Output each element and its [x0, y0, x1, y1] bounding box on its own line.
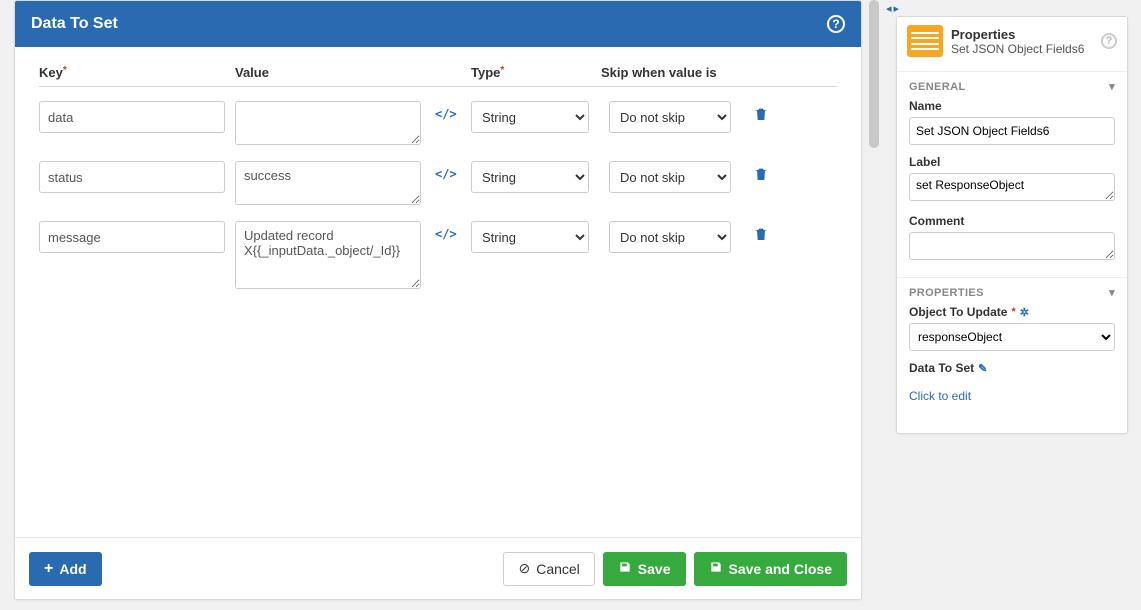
- code-icon[interactable]: </>: [435, 167, 457, 181]
- properties-title: Properties: [951, 27, 1093, 42]
- gear-icon[interactable]: ✲: [1020, 306, 1029, 319]
- pencil-icon[interactable]: ✎: [978, 362, 987, 375]
- type-select[interactable]: String: [471, 221, 589, 253]
- skip-select[interactable]: Do not skip: [609, 221, 731, 253]
- dialog-header: Data To Set ?: [15, 1, 861, 47]
- code-icon[interactable]: </>: [435, 107, 457, 121]
- chevron-down-icon: ▾: [1109, 286, 1115, 299]
- object-to-update-label: Object To Update * ✲: [909, 305, 1115, 319]
- properties-header: Properties Set JSON Object Fields6 ?: [897, 17, 1127, 65]
- header-key: Key*: [39, 65, 235, 80]
- chevron-left-icon: ◂: [886, 2, 892, 15]
- save-button[interactable]: Save: [603, 552, 686, 586]
- value-input[interactable]: [235, 161, 421, 205]
- table-row: </> String Do not skip: [39, 161, 837, 205]
- skip-select[interactable]: Do not skip: [609, 101, 731, 133]
- code-icon[interactable]: </>: [435, 227, 457, 241]
- floppy-icon: [709, 560, 723, 577]
- label-input[interactable]: [909, 173, 1115, 201]
- ban-icon: ⊘: [518, 560, 530, 577]
- floppy-icon: [618, 560, 632, 577]
- label-label: Label: [909, 155, 1115, 169]
- properties-subtitle: Set JSON Object Fields6: [951, 42, 1093, 56]
- header-skip: Skip when value is: [601, 65, 741, 80]
- table-row: </> String Do not skip: [39, 221, 837, 289]
- cancel-button[interactable]: ⊘ Cancel: [503, 552, 594, 586]
- dialog-title: Data To Set: [31, 15, 118, 33]
- data-to-set-dialog: Data To Set ? Key* Value Type* Skip when…: [14, 0, 862, 600]
- value-input[interactable]: [235, 101, 421, 145]
- header-value: Value: [235, 65, 435, 80]
- section-general[interactable]: GENERAL ▾: [897, 71, 1127, 97]
- skip-select[interactable]: Do not skip: [609, 161, 731, 193]
- type-select[interactable]: String: [471, 101, 589, 133]
- name-label: Name: [909, 99, 1115, 113]
- key-input[interactable]: [39, 161, 225, 193]
- node-type-icon: [907, 25, 943, 57]
- chevron-right-icon: ▸: [894, 2, 900, 15]
- click-to-edit-link[interactable]: Click to edit: [897, 387, 1127, 409]
- help-icon[interactable]: ?: [827, 15, 845, 33]
- help-icon[interactable]: ?: [1101, 33, 1117, 49]
- comment-label: Comment: [909, 214, 1115, 228]
- column-headers: Key* Value Type* Skip when value is: [39, 65, 837, 87]
- key-input[interactable]: [39, 221, 225, 253]
- panel-collapse-arrows[interactable]: ◂ ▸: [886, 2, 899, 15]
- comment-input[interactable]: [909, 232, 1115, 260]
- type-select[interactable]: String: [471, 161, 589, 193]
- name-input[interactable]: [909, 117, 1115, 145]
- key-input[interactable]: [39, 101, 225, 133]
- dialog-body: Key* Value Type* Skip when value is </> …: [15, 47, 861, 537]
- chevron-down-icon: ▾: [1109, 80, 1115, 93]
- trash-icon[interactable]: [753, 225, 769, 246]
- trash-icon[interactable]: [753, 105, 769, 126]
- trash-icon[interactable]: [753, 165, 769, 186]
- dialog-footer: + Add ⊘ Cancel Save Save and Close: [15, 537, 861, 599]
- value-input[interactable]: [235, 221, 421, 289]
- add-button[interactable]: + Add: [29, 552, 102, 586]
- scrollbar[interactable]: [866, 0, 882, 600]
- object-to-update-select[interactable]: responseObject: [909, 323, 1115, 351]
- table-row: </> String Do not skip: [39, 101, 837, 145]
- plus-icon: +: [44, 560, 53, 578]
- section-properties[interactable]: PROPERTIES ▾: [897, 277, 1127, 303]
- save-and-close-button[interactable]: Save and Close: [694, 552, 848, 586]
- data-to-set-label: Data To Set ✎: [909, 361, 1115, 375]
- header-type: Type*: [471, 65, 601, 80]
- properties-panel: Properties Set JSON Object Fields6 ? GEN…: [896, 16, 1128, 434]
